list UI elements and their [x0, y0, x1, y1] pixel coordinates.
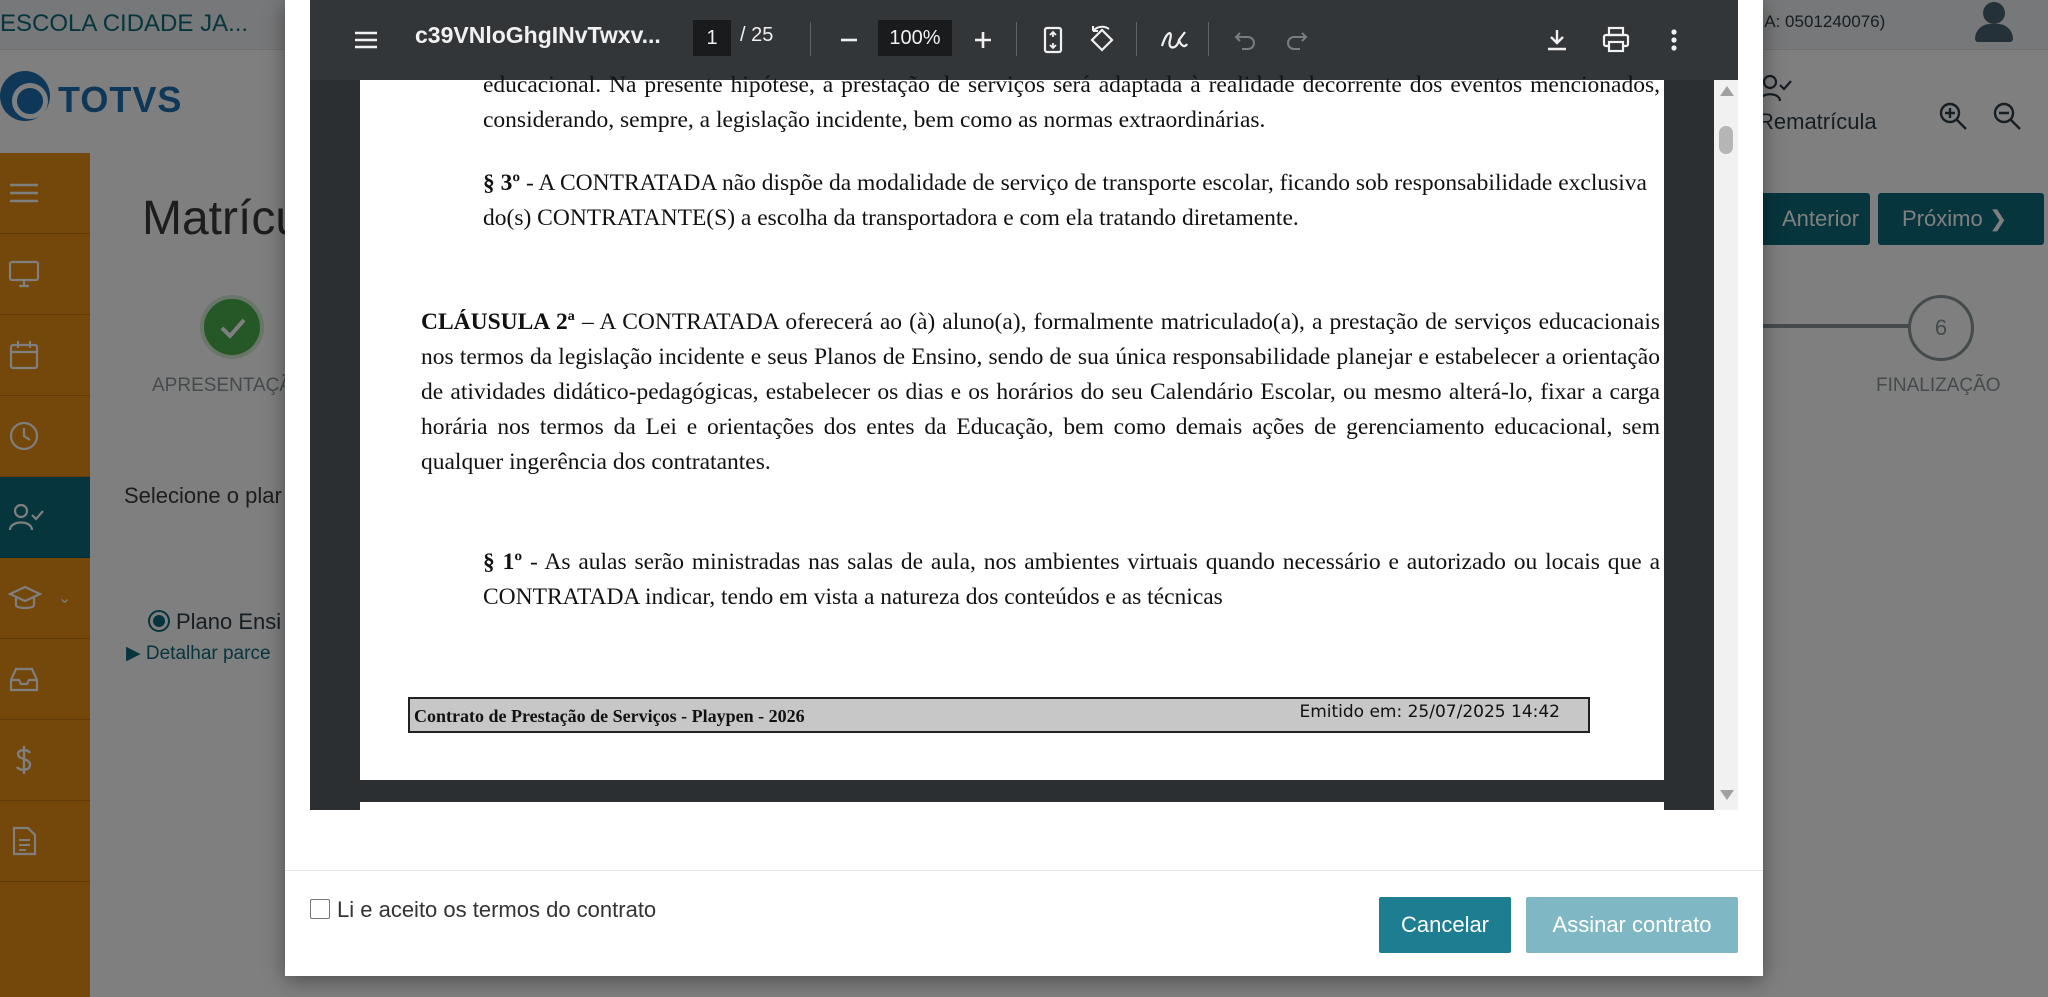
contract-modal: c39VNloGhgINvTwxv... 1 / 25 100% educaci… — [285, 0, 1763, 976]
zoom-out-icon[interactable] — [832, 20, 866, 60]
accept-terms-label[interactable]: Li e aceito os termos do contrato — [337, 897, 656, 923]
contract-clause-2: CLÁUSULA 2ª – A CONTRATADA oferecerá ao … — [421, 305, 1660, 480]
scrollbar-thumb[interactable] — [1719, 126, 1733, 154]
toolbar-divider — [1136, 22, 1137, 56]
pdf-scroll-area[interactable]: educacional. Na presente hipótese, a pre… — [310, 72, 1738, 810]
footer-issued-date: Emitido em: 25/07/2025 14:42 — [1299, 702, 1560, 722]
download-icon[interactable] — [1539, 20, 1575, 60]
sign-contract-button[interactable]: Assinar contrato — [1526, 897, 1738, 953]
paragraph-heading: § 3º — [483, 170, 521, 196]
zoom-in-icon[interactable] — [966, 20, 1000, 60]
page-number-input[interactable]: 1 — [693, 20, 731, 56]
menu-icon[interactable] — [346, 20, 386, 60]
contract-paragraph-3: § 3º - A CONTRATADA não dispõe da modali… — [483, 166, 1660, 236]
draw-icon[interactable] — [1156, 20, 1192, 60]
scroll-down-arrow-icon[interactable] — [1720, 790, 1734, 800]
fit-page-icon[interactable] — [1036, 20, 1070, 60]
pdf-next-page — [360, 802, 1664, 810]
footer-title: Contrato de Prestação de Serviços - Play… — [414, 706, 805, 726]
undo-icon[interactable] — [1228, 20, 1262, 60]
print-icon[interactable] — [1597, 20, 1635, 60]
pdf-viewer: c39VNloGhgINvTwxv... 1 / 25 100% educaci… — [310, 0, 1738, 810]
paragraph-body: - A CONTRATADA não dispõe da modalidade … — [483, 170, 1647, 231]
zoom-level-input[interactable]: 100% — [878, 20, 952, 56]
page-footer: Contrato de Prestação de Serviços - Play… — [408, 697, 1590, 733]
more-options-icon[interactable] — [1660, 20, 1688, 60]
accept-terms-checkbox[interactable] — [310, 899, 330, 919]
toolbar-divider — [810, 22, 811, 56]
document-name: c39VNloGhgINvTwxv... — [415, 22, 661, 48]
redo-icon[interactable] — [1280, 20, 1314, 60]
scroll-up-arrow-icon[interactable] — [1720, 86, 1734, 96]
paragraph-heading: § 1º — [483, 549, 523, 575]
scrollbar-track[interactable] — [1714, 80, 1738, 810]
clause-heading: CLÁUSULA 2ª — [421, 309, 575, 335]
toolbar-divider — [1208, 22, 1209, 56]
page-total: / 25 — [740, 24, 774, 46]
contract-paragraph-1: § 1º - As aulas serão ministradas nas sa… — [483, 545, 1660, 615]
modal-footer: Li e aceito os termos do contrato Cancel… — [285, 870, 1763, 976]
pdf-page: educacional. Na presente hipótese, a pre… — [360, 72, 1664, 780]
rotate-icon[interactable] — [1084, 20, 1120, 60]
paragraph-body: - As aulas serão ministradas nas salas d… — [483, 549, 1661, 610]
clause-body: – A CONTRATADA oferecerá ao (à) aluno(a)… — [421, 309, 1660, 475]
cancel-button[interactable]: Cancelar — [1379, 897, 1511, 953]
toolbar-divider — [1016, 22, 1017, 56]
contract-paragraph: educacional. Na presente hipótese, a pre… — [483, 72, 1660, 133]
